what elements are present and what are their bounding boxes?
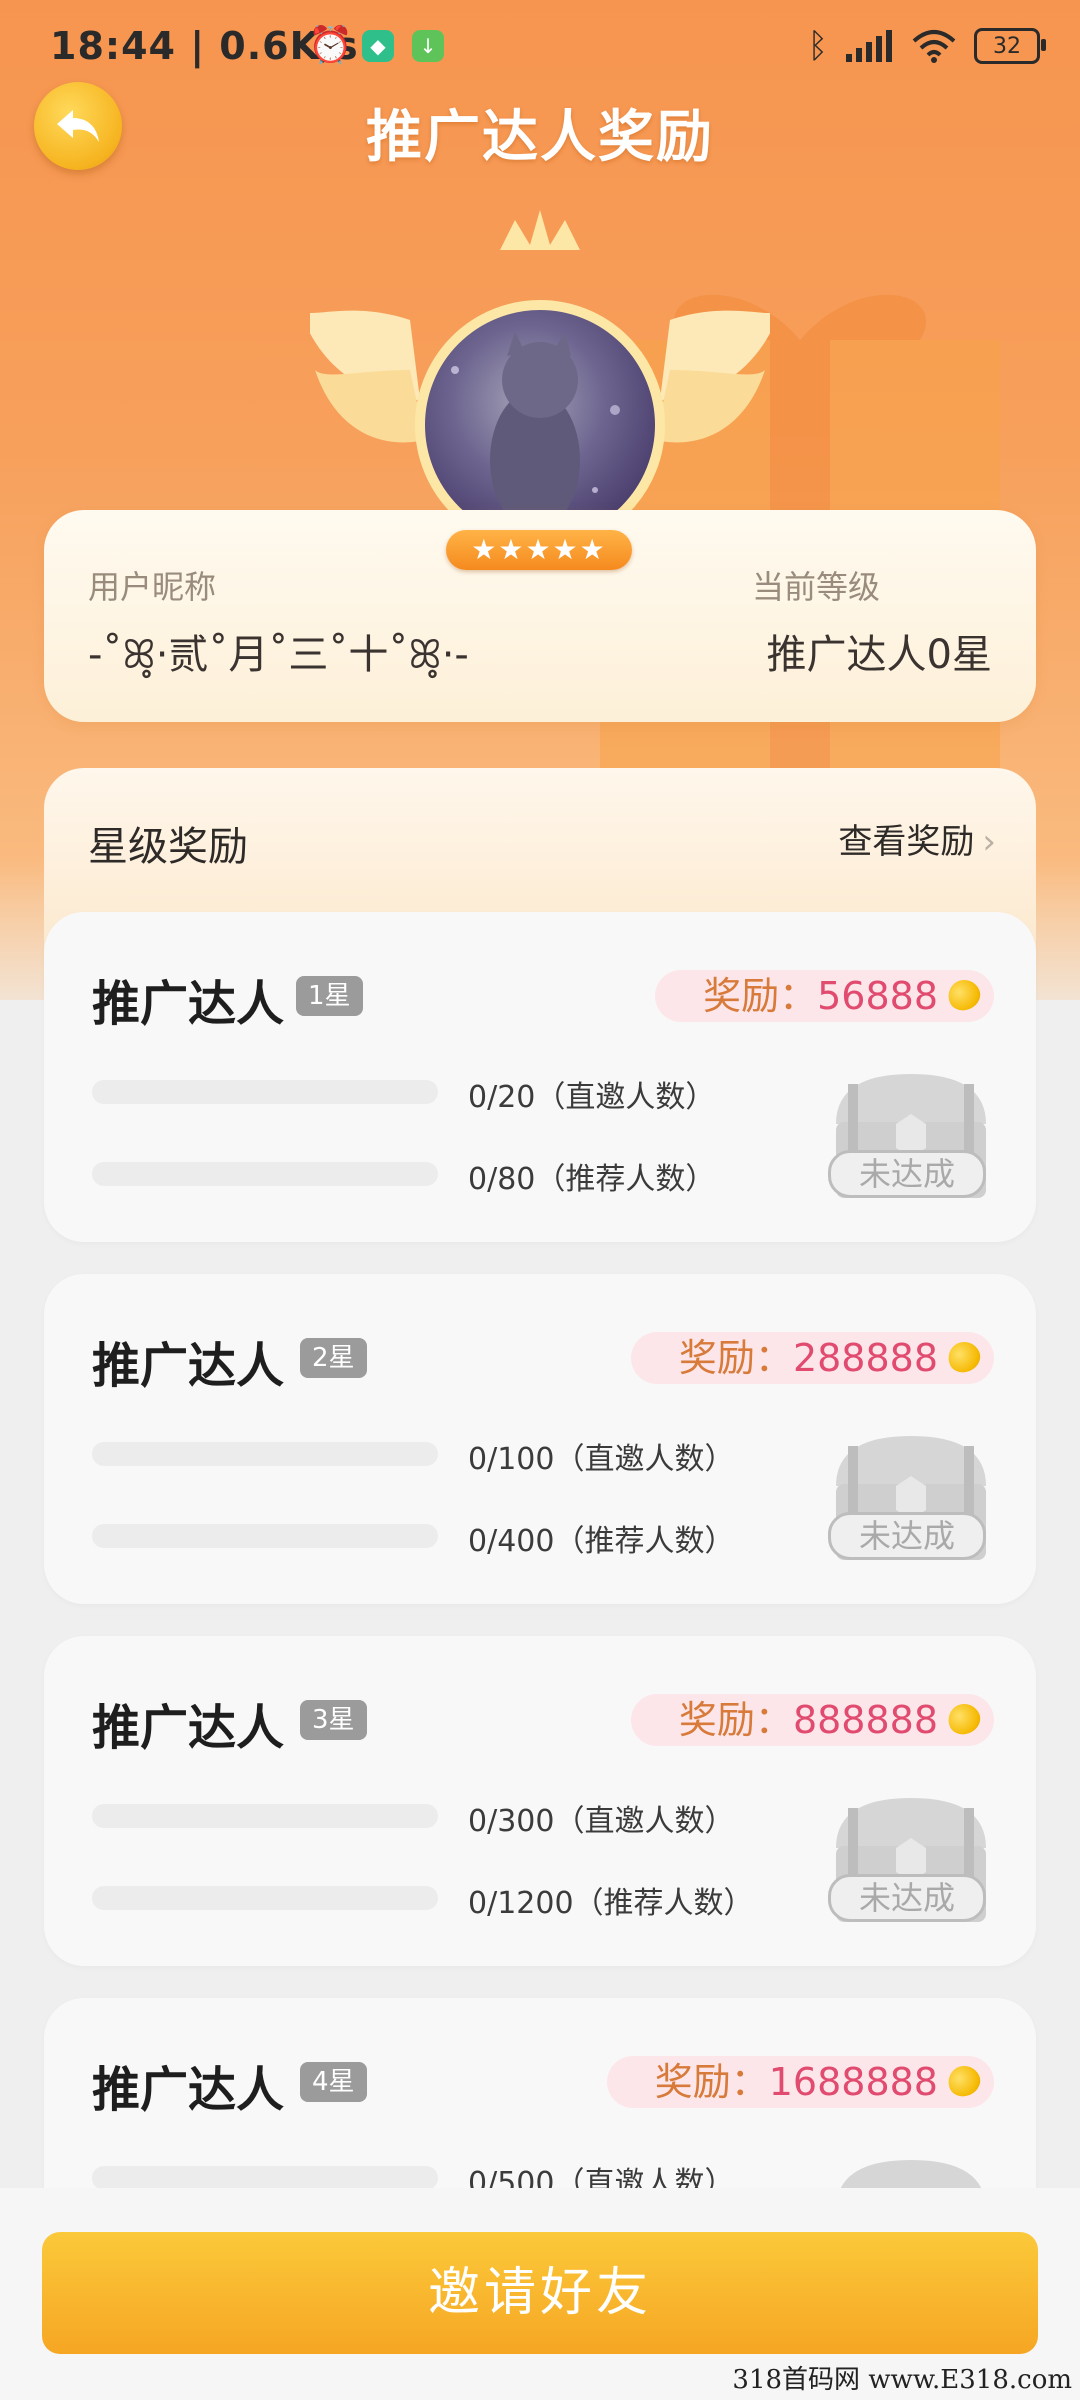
reward-title: 推广达人: [92, 1338, 285, 1394]
watermark: 318首码网 www.E318.com: [732, 2365, 1072, 2395]
chevron-right-icon: ›: [982, 822, 996, 862]
recommend-requirement: 0/400（推荐人数）: [468, 1524, 735, 1559]
recommend-requirement: 0/80（推荐人数）: [468, 1162, 716, 1197]
wifi-icon: [912, 30, 956, 63]
download-icon: ↓: [412, 30, 444, 62]
reward-card-2: 推广达人 2星 奖励：288888 0/100（直邀人数） 0/400（推荐人数…: [44, 1274, 1036, 1604]
reward-title: 推广达人: [92, 1700, 285, 1756]
reward-amount: 288888: [792, 1336, 938, 1380]
reward-label: 奖励：: [678, 1698, 793, 1742]
progress-bar-recommend: [92, 1162, 438, 1186]
reward-title: 推广达人: [92, 2062, 285, 2118]
reward-amount-pill: 奖励：288888: [630, 1332, 994, 1384]
reward-card-1: 推广达人 1星 奖励：56888 0/20（直邀人数） 0/80（推荐人数） 未…: [44, 912, 1036, 1242]
shield-app-icon: ◆: [362, 30, 394, 62]
star-rating-overlay: ★★★★★: [446, 530, 632, 570]
reward-label: 奖励：: [703, 974, 818, 1018]
reward-title: 推广达人: [92, 976, 285, 1032]
reward-amount-pill: 奖励：888888: [630, 1694, 994, 1746]
status-not-achieved: 未达成: [828, 1874, 986, 1922]
nickname-value: -˚ꕤ̥·贰˚月˚三˚十˚ꕤ̥·-: [88, 632, 469, 678]
level-badge: 3星: [300, 1700, 367, 1740]
progress-bar-recommend: [92, 1524, 438, 1548]
crown-icon: [500, 210, 580, 250]
status-not-achieved: 未达成: [828, 1512, 986, 1560]
status-bar: 18:44 | 0.6K/s ⏰ ◆ ↓ ᛒ 32: [0, 0, 1080, 96]
direct-invite-requirement: 0/300（直邀人数）: [468, 1804, 735, 1839]
section-title: 星级奖励: [88, 824, 248, 870]
progress-bar-direct: [92, 1804, 438, 1828]
level-badge: 4星: [300, 2062, 367, 2102]
reward-label: 奖励：: [678, 1336, 793, 1380]
reward-amount: 56888: [817, 974, 938, 1018]
reward-amount-pill: 奖励：56888: [655, 970, 994, 1022]
view-rewards-link[interactable]: 查看奖励 ›: [838, 814, 996, 863]
level-badge: 2星: [300, 1338, 367, 1378]
coin-icon: [943, 1698, 985, 1740]
direct-invite-requirement: 0/100（直邀人数）: [468, 1442, 735, 1477]
level-badge: 1星: [296, 976, 363, 1016]
battery-icon: 32: [974, 28, 1046, 64]
reward-amount-pill: 奖励：1688888: [606, 2056, 994, 2108]
reward-label: 奖励：: [654, 2060, 769, 2104]
progress-bar-direct: [92, 1442, 438, 1466]
view-rewards-label: 查看奖励: [838, 822, 975, 862]
recommend-requirement: 0/1200（推荐人数）: [468, 1886, 754, 1921]
level-value: 推广达人0星: [766, 632, 992, 678]
status-not-achieved: 未达成: [828, 1150, 986, 1198]
invite-friends-button[interactable]: 邀请好友: [42, 2232, 1038, 2354]
nickname-label: 用户昵称: [88, 568, 217, 606]
reward-amount: 1688888: [768, 2060, 938, 2104]
progress-bar-direct: [92, 2166, 438, 2190]
coin-icon: [943, 974, 985, 1016]
signal-icon: [846, 30, 892, 62]
page-title: 推广达人奖励: [366, 105, 714, 170]
reward-amount: 888888: [792, 1698, 938, 1742]
avatar-image: [451, 332, 620, 530]
alarm-icon: ⏰: [308, 25, 353, 66]
reward-card-3: 推广达人 3星 奖励：888888 0/300（直邀人数） 0/1200（推荐人…: [44, 1636, 1036, 1966]
direct-invite-requirement: 0/20（直邀人数）: [468, 1080, 716, 1115]
progress-bar-recommend: [92, 1886, 438, 1910]
level-label: 当前等级: [752, 568, 881, 606]
coin-icon: [943, 2060, 985, 2102]
progress-bar-direct: [92, 1080, 438, 1104]
bluetooth-icon: ᛒ: [807, 26, 828, 66]
coin-icon: [943, 1336, 985, 1378]
